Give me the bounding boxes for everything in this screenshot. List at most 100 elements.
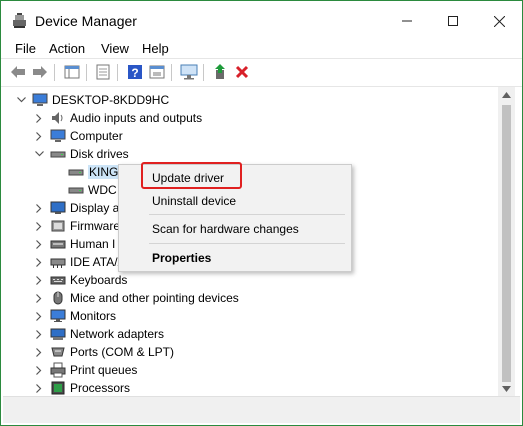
tree-item-computer[interactable]: Computer [3,127,498,145]
back-button[interactable] [8,63,28,81]
tree-item-ports[interactable]: Ports (COM & LPT) [3,343,498,361]
toolbar-separator [171,64,172,81]
vertical-scrollbar[interactable] [498,87,515,396]
menu-separator [149,214,345,215]
port-icon [51,347,65,357]
network-adapter-icon [50,328,66,340]
help-button[interactable]: ? [125,63,145,81]
tree-item-label: Print queues [70,363,138,377]
chevron-down-icon[interactable] [34,149,44,159]
close-icon [493,15,505,27]
chevron-right-icon[interactable] [34,347,44,357]
processor-icon [51,381,65,395]
menu-bar: File Action View Help [1,41,522,57]
chevron-right-icon[interactable] [34,113,44,123]
chevron-right-icon[interactable] [34,257,44,267]
menu-uninstall-device[interactable]: Uninstall device [152,194,236,208]
forward-button[interactable] [30,63,50,81]
tree-item-processors[interactable]: Processors [3,379,498,396]
menu-file[interactable]: File [15,41,36,56]
tree-item-keyboards[interactable]: Keyboards [3,271,498,289]
computer-icon [50,129,66,142]
chevron-right-icon[interactable] [34,203,44,213]
chevron-right-icon[interactable] [34,311,44,321]
menu-separator [149,243,345,244]
monitor-icon [50,309,66,322]
printer-icon [50,362,66,378]
status-bar [3,396,520,423]
toolbar-separator [117,64,118,81]
tree-item-label: Human I [70,237,116,251]
properties-grid-button[interactable] [62,63,82,81]
scroll-down-icon[interactable] [502,386,511,392]
tree-item-label: Keyboards [70,273,128,287]
disk-drive-icon [68,169,84,176]
maximize-button[interactable] [430,1,476,41]
back-arrow-icon [11,66,25,78]
scan-monitor-button[interactable] [179,63,199,81]
device-manager-app-icon [13,13,26,28]
toolbar-separator [86,64,87,81]
chevron-right-icon[interactable] [34,293,44,303]
display-adapter-icon [50,201,66,214]
speaker-icon [52,112,63,124]
forward-arrow-icon [33,66,47,78]
tree-item-mice[interactable]: Mice and other pointing devices [3,289,498,307]
tree-item-print-queues[interactable]: Print queues [3,361,498,379]
hid-icon [50,240,66,249]
firmware-icon [51,220,65,232]
tree-item-label: Processors [70,381,131,395]
device-manager-window: Device Manager File Action View Help ? D… [0,0,523,426]
tree-item-label: Firmware [70,219,120,233]
help-icon: ? [128,65,142,80]
ide-controller-icon [50,258,66,268]
tree-item-network-adapters[interactable]: Network adapters [3,325,498,343]
update-driver-button[interactable] [210,63,230,81]
toolbar-separator [203,64,204,81]
tree-item-label: KING [88,165,120,179]
properties-grid-icon [64,65,80,79]
chevron-down-icon[interactable] [16,95,26,105]
tree-root[interactable]: DESKTOP-8KDD9HC [3,91,498,109]
tree-item-disk-drives[interactable]: Disk drives [3,145,498,163]
tree-item-monitors[interactable]: Monitors [3,307,498,325]
menu-properties[interactable]: Properties [152,251,211,265]
tree-root-label: DESKTOP-8KDD9HC [52,93,170,107]
minimize-button[interactable] [384,1,430,41]
chevron-right-icon[interactable] [34,239,44,249]
mouse-icon [53,291,63,305]
title-bar[interactable]: Device Manager [1,1,522,41]
tree-item-label: Disk drives [70,147,129,161]
view-icon [149,65,165,79]
chevron-right-icon[interactable] [34,221,44,231]
tree-item-label: WDC [88,183,117,197]
toolbar: ? [1,58,522,87]
uninstall-button[interactable] [232,63,252,81]
close-button[interactable] [476,1,522,41]
menu-view[interactable]: View [101,41,129,56]
chevron-right-icon[interactable] [34,383,44,393]
tree-item-label: Computer [70,129,123,143]
scrollbar-thumb[interactable] [502,105,511,382]
chevron-right-icon[interactable] [34,131,44,141]
chevron-right-icon[interactable] [34,329,44,339]
menu-help[interactable]: Help [142,41,169,56]
chevron-right-icon[interactable] [34,365,44,375]
document-button[interactable] [93,63,113,81]
disk-drive-icon [50,151,66,158]
menu-action[interactable]: Action [49,41,85,56]
uninstall-x-icon [235,65,249,79]
disk-drive-icon [68,187,84,194]
tree-item-label: Audio inputs and outputs [70,111,203,125]
maximize-icon [448,16,458,26]
chevron-right-icon[interactable] [34,275,44,285]
scroll-up-icon[interactable] [502,92,511,98]
document-icon [96,64,110,80]
view-button[interactable] [147,63,167,81]
window-title: Device Manager [35,13,137,29]
tree-item-audio[interactable]: Audio inputs and outputs [3,109,498,127]
monitor-icon [180,64,198,80]
tree-item-label: Ports (COM & LPT) [70,345,175,359]
menu-scan-hardware[interactable]: Scan for hardware changes [152,222,299,236]
tree-item-label: Network adapters [70,327,165,341]
